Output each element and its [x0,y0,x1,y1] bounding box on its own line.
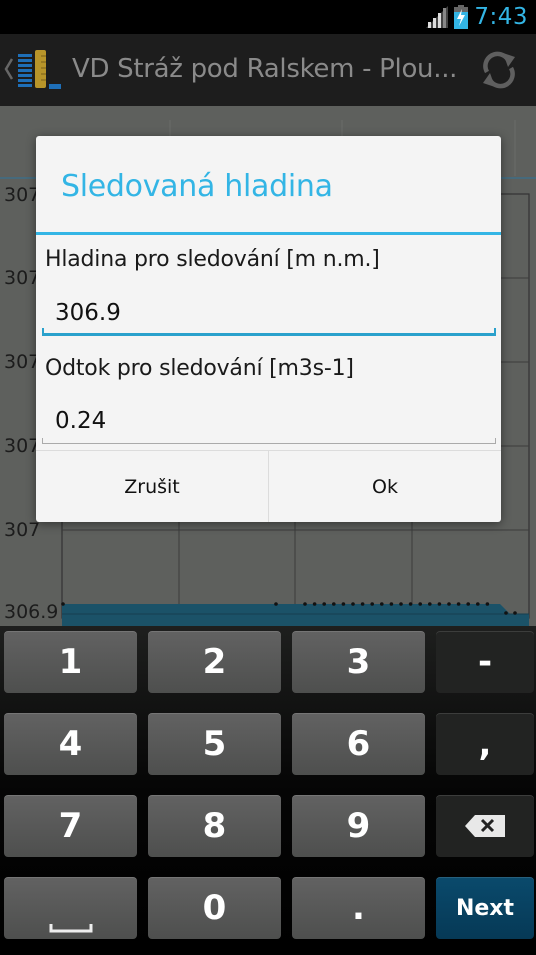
key-1[interactable]: 1 [4,631,137,693]
key-9[interactable]: 9 [292,795,425,857]
status-icons: 7:43 [426,3,528,31]
level-input[interactable]: 306.9 [42,292,496,336]
key-comma[interactable]: , [436,713,534,775]
chart-point [61,602,65,606]
input-underline [42,328,496,336]
action-bar: VD Stráž pod Ralskem - Plou... [0,34,536,106]
battery-charging-icon [454,5,469,29]
dialog-title-divider [36,232,501,235]
cancel-button[interactable]: Zrušit [36,451,268,522]
key-7[interactable]: 7 [4,795,137,857]
refresh-icon[interactable] [480,50,518,90]
y-tick-label: 307 [4,184,41,206]
dialog-title: Sledovaná hladina [61,169,333,204]
key-0[interactable]: 0 [148,877,281,939]
input-underline [42,438,496,444]
chart-point [418,602,423,606]
chart-point [360,602,365,606]
backspace-icon [465,815,505,837]
key-minus[interactable]: - [436,631,534,693]
chart-point [408,602,413,606]
back-chevron-icon[interactable] [4,58,14,80]
key-3[interactable]: 3 [292,631,425,693]
y-tick-label: 307 [4,519,41,541]
key-space[interactable] [4,877,137,939]
key-2[interactable]: 2 [148,631,281,693]
action-bar-title: VD Stráž pod Ralskem - Plou... [72,54,458,84]
screen: 7:43 VD Stráž pod Ralskem - Plou... 307 … [0,0,536,955]
chart-point [428,602,432,606]
key-period[interactable]: . [292,877,425,939]
outflow-input[interactable]: 0.24 [42,400,496,444]
chart-point [351,602,355,606]
outflow-field-label: Odtok pro sledování [m3s-1] [45,356,354,381]
dialog-button-bar: Zrušit Ok [36,450,501,522]
chart-point [447,602,451,606]
space-icon [49,924,92,933]
chart-point [370,602,375,606]
chart-point [437,602,442,606]
chart-point [389,602,394,606]
app-logo-icon[interactable] [16,48,66,92]
tracked-level-dialog: Sledovaná hladina Hladina pro sledování … [36,136,501,522]
key-8[interactable]: 8 [148,795,281,857]
y-tick-label: 307 [4,351,41,373]
key-4[interactable]: 4 [4,713,137,775]
chart-point [332,602,336,606]
chart-point [303,602,307,606]
key-6[interactable]: 6 [292,713,425,775]
chart-point [504,611,508,615]
level-input-value: 306.9 [55,300,121,326]
outflow-input-value: 0.24 [55,408,107,434]
chart-point [456,602,461,606]
chart-point [274,602,278,606]
chart-point [513,611,517,615]
ok-button[interactable]: Ok [268,451,501,522]
numeric-keyboard: 1 2 3 - 4 5 6 , 7 8 9 0 . Next [0,626,536,955]
y-tick-label: 307 [4,267,41,289]
status-bar: 7:43 [0,0,536,34]
key-5[interactable]: 5 [148,713,281,775]
chart-point [466,602,471,606]
chart-point [312,602,317,606]
level-field-label: Hladina pro sledování [m n.m.] [45,247,380,272]
y-tick-label: 306.9 [4,601,59,623]
key-backspace[interactable] [436,795,534,857]
signal-icon [426,6,449,28]
chart-point [341,602,346,606]
chart-point [485,602,490,606]
chart-point [380,602,384,606]
chart-point [399,602,403,606]
y-tick-label: 307 [4,435,41,457]
clock: 7:43 [474,4,528,30]
key-next[interactable]: Next [436,877,534,939]
level-area [62,604,529,626]
chart-point [476,602,480,606]
chart-point [322,602,327,606]
